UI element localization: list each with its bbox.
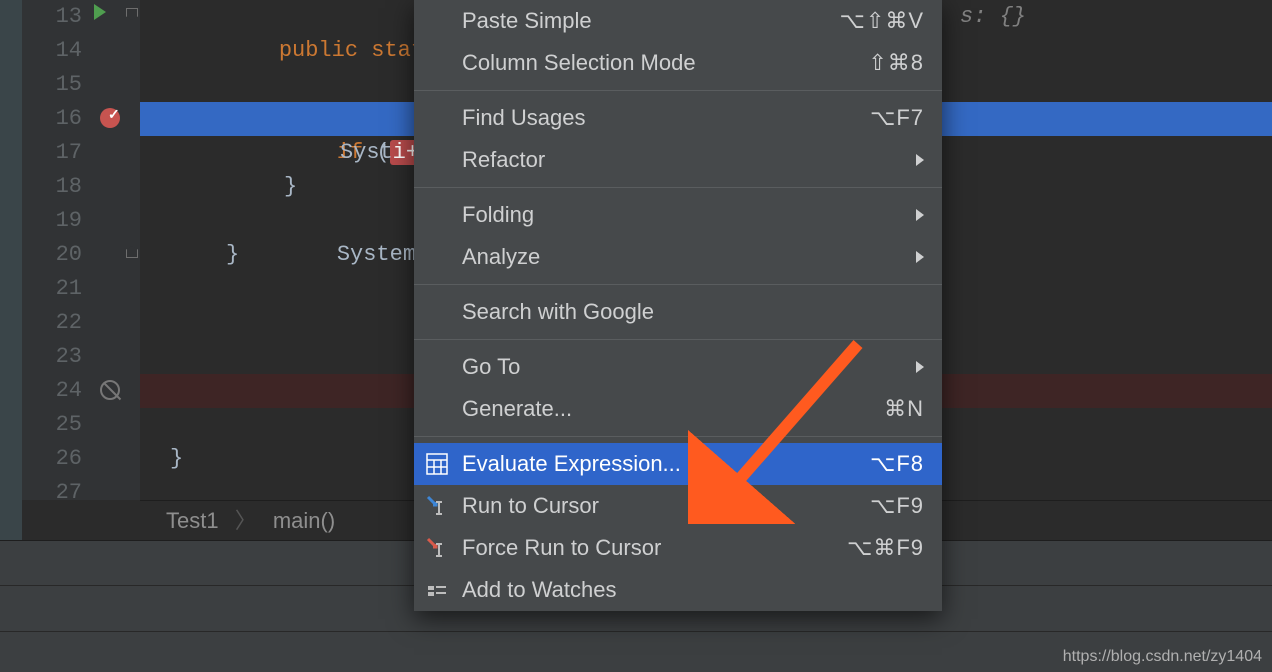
menu-item-paste-simple[interactable]: Paste Simple ⌥⇧⌘V — [414, 0, 942, 42]
menu-item-folding[interactable]: Folding — [414, 194, 942, 236]
menu-label: Folding — [462, 202, 916, 228]
line-numbers: 13 14 15 16 17 18 19 20 21 22 23 24 25 2… — [22, 0, 90, 500]
submenu-arrow-icon — [916, 251, 924, 263]
submenu-arrow-icon — [916, 154, 924, 166]
menu-label: Evaluate Expression... — [462, 451, 870, 477]
menu-shortcut: ⇧⌘8 — [868, 50, 924, 76]
menu-shortcut: ⌥F9 — [870, 493, 924, 519]
line-number: 20 — [22, 238, 82, 272]
line-number: 13 — [22, 0, 82, 34]
menu-shortcut: ⌥⌘F9 — [847, 535, 924, 561]
menu-label: Go To — [462, 354, 916, 380]
menu-separator — [414, 284, 942, 285]
menu-item-refactor[interactable]: Refactor — [414, 139, 942, 181]
submenu-arrow-icon — [916, 209, 924, 221]
line-number: 19 — [22, 204, 82, 238]
line-number: 23 — [22, 340, 82, 374]
line-number: 25 — [22, 408, 82, 442]
menu-item-add-to-watches[interactable]: Add to Watches — [414, 569, 942, 611]
menu-label: Column Selection Mode — [462, 50, 868, 76]
line-number: 15 — [22, 68, 82, 102]
force-run-to-cursor-icon — [426, 537, 448, 559]
menu-item-evaluate-expression[interactable]: Evaluate Expression... ⌥F8 — [414, 443, 942, 485]
menu-label: Refactor — [462, 147, 916, 173]
line-number: 14 — [22, 34, 82, 68]
menu-label: Search with Google — [462, 299, 924, 325]
line-number: 18 — [22, 170, 82, 204]
menu-shortcut: ⌥F7 — [870, 105, 924, 131]
menu-label: Generate... — [462, 396, 884, 422]
menu-label: Run to Cursor — [462, 493, 870, 519]
menu-item-search-google[interactable]: Search with Google — [414, 291, 942, 333]
menu-item-find-usages[interactable]: Find Usages ⌥F7 — [414, 97, 942, 139]
line-number: 16 — [22, 102, 82, 136]
breadcrumb-separator: 〉 — [225, 508, 267, 533]
menu-label: Analyze — [462, 244, 916, 270]
line-number: 21 — [22, 272, 82, 306]
breadcrumb-item[interactable]: main() — [273, 508, 335, 533]
watches-icon — [426, 579, 448, 601]
menu-item-generate[interactable]: Generate... ⌘N — [414, 388, 942, 430]
menu-item-column-selection[interactable]: Column Selection Mode ⇧⌘8 — [414, 42, 942, 84]
no-entry-icon — [100, 380, 120, 400]
breadcrumb-item[interactable]: Test1 — [166, 508, 219, 533]
code-inline-hint: s: {} — [960, 0, 1272, 34]
editor-context-menu: Paste Simple ⌥⇧⌘V Column Selection Mode … — [414, 0, 942, 611]
menu-shortcut: ⌥⇧⌘V — [840, 8, 924, 34]
menu-label: Force Run to Cursor — [462, 535, 847, 561]
menu-shortcut: ⌥F8 — [870, 451, 924, 477]
evaluate-icon — [426, 453, 448, 475]
line-number: 17 — [22, 136, 82, 170]
menu-item-run-to-cursor[interactable]: Run to Cursor ⌥F9 — [414, 485, 942, 527]
line-number: 24 — [22, 374, 82, 408]
menu-label: Add to Watches — [462, 577, 924, 603]
run-to-cursor-icon — [426, 495, 448, 517]
line-number: 27 — [22, 476, 82, 510]
menu-item-analyze[interactable]: Analyze — [414, 236, 942, 278]
menu-item-force-run-to-cursor[interactable]: Force Run to Cursor ⌥⌘F9 — [414, 527, 942, 569]
menu-item-goto[interactable]: Go To — [414, 346, 942, 388]
watermark: https://blog.csdn.net/zy1404 — [1063, 648, 1262, 666]
submenu-arrow-icon — [916, 361, 924, 373]
line-number: 26 — [22, 442, 82, 476]
menu-separator — [414, 436, 942, 437]
menu-label: Paste Simple — [462, 8, 840, 34]
line-number: 22 — [22, 306, 82, 340]
menu-separator — [414, 187, 942, 188]
menu-separator — [414, 339, 942, 340]
breakpoint-check-icon: ✓ — [108, 106, 120, 123]
run-gutter-icon[interactable] — [94, 4, 106, 20]
menu-label: Find Usages — [462, 105, 870, 131]
menu-separator — [414, 90, 942, 91]
menu-shortcut: ⌘N — [884, 396, 924, 422]
